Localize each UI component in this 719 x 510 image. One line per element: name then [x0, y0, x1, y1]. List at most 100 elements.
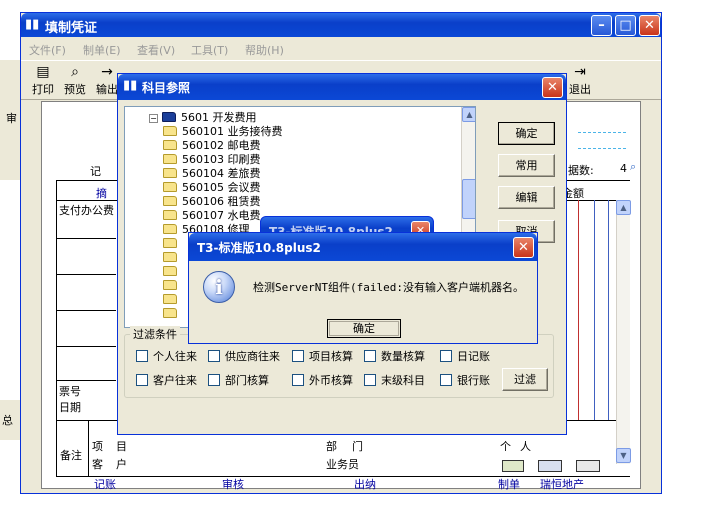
scroll-up-arrow[interactable]: ▲ [462, 107, 475, 122]
reference-title: 科目参照 [142, 81, 191, 95]
error-ok-button[interactable]: 确定 [327, 319, 401, 338]
folder-icon [163, 308, 177, 318]
tree-item[interactable]: 560104 差旅费 [163, 167, 261, 181]
error-close-button[interactable]: ✕ [513, 237, 534, 258]
common-button[interactable]: 常用 [498, 154, 555, 177]
checkbox-journal[interactable]: 日记账 [440, 350, 490, 364]
attachments-search-icon[interactable]: ⌕ [630, 160, 636, 174]
checkbox-box[interactable] [292, 374, 304, 386]
preview-label: 预览 [64, 83, 86, 96]
menu-view[interactable]: 查看(V) [137, 42, 175, 58]
scroll-thumb[interactable] [462, 179, 475, 219]
checkbox-box[interactable] [364, 374, 376, 386]
tree-code: 560102 [182, 139, 224, 152]
checkbox-label: 个人往来 [153, 350, 197, 363]
checkbox-box[interactable] [136, 350, 148, 362]
ticket-number-label: 票号 [59, 385, 81, 398]
main-window-title: 填制凭证 [45, 21, 98, 36]
folder-icon [163, 266, 177, 276]
tree-code: 560106 [182, 195, 224, 208]
tree-item[interactable]: 560101 业务接待费 [163, 125, 283, 139]
printer-icon: ▤ [36, 64, 50, 80]
checkbox-box[interactable] [364, 350, 376, 362]
department-label: 部 [326, 440, 337, 453]
print-button[interactable]: ▤ 打印 [29, 63, 57, 97]
summary-header: 摘 [96, 187, 107, 200]
edit-button[interactable]: 编辑 [498, 186, 555, 209]
filter-legend: 过滤条件 [130, 326, 180, 342]
exit-button[interactable]: ⇥ 退出 [566, 63, 594, 97]
maximize-button[interactable]: □ [615, 15, 636, 36]
tree-item[interactable]: 560107 水电费 [163, 209, 261, 223]
menu-tools[interactable]: 工具(T) [191, 42, 228, 58]
footer-cashier: 出纳 [354, 478, 376, 491]
tree-item[interactable]: 560106 租赁费 [163, 195, 261, 209]
reference-close-button[interactable]: ✕ [542, 77, 563, 98]
voucher-scrollbar[interactable]: ▲ ▼ [616, 200, 631, 464]
amount-column-line [578, 200, 579, 420]
note-icon[interactable] [502, 460, 524, 472]
preview-button[interactable]: ⌕ 预览 [61, 63, 89, 97]
app-icon: ▮▮ [25, 17, 40, 32]
checkbox-bank[interactable]: 银行账 [440, 374, 490, 388]
tree-item-obscured[interactable] [163, 251, 182, 265]
checkbox-supplier[interactable]: 供应商往来 [208, 350, 280, 364]
menu-help[interactable]: 帮助(H) [245, 42, 284, 58]
folder-icon [163, 210, 177, 220]
tree-name: 开发费用 [212, 111, 257, 124]
tree-item-obscured[interactable] [163, 237, 182, 251]
folder-icon [163, 280, 177, 290]
checkbox-box[interactable] [292, 350, 304, 362]
main-title-bar[interactable]: ▮▮ 填制凭证 – □ ✕ [21, 13, 661, 37]
checkbox-leaf[interactable]: 末级科目 [364, 374, 425, 388]
filter-button[interactable]: 过滤 [502, 368, 548, 391]
checkbox-customer[interactable]: 客户往来 [136, 374, 197, 388]
scroll-up-arrow[interactable]: ▲ [616, 200, 631, 215]
calculator-icon[interactable] [538, 460, 562, 472]
attachments-count: 4 [620, 162, 627, 175]
reference-title-bar[interactable]: ▮▮ 科目参照 ✕ [118, 74, 566, 100]
checkbox-currency[interactable]: 外币核算 [292, 374, 353, 388]
error-message: 检测ServerNT组件(failed:没有输入客户端机器名。 [253, 281, 524, 294]
collapse-icon[interactable]: − [149, 114, 158, 123]
error-title-bar[interactable]: T3-标准版10.8plus2 ✕ [189, 233, 537, 261]
personal-label-suffix: 人 [520, 440, 531, 453]
table-row-line [56, 310, 116, 311]
tree-item[interactable]: 560105 会议费 [163, 181, 261, 195]
menu-edit[interactable]: 制单(E) [83, 42, 121, 58]
folder-icon [163, 126, 177, 136]
dialog-icon: ▮▮ [123, 78, 138, 93]
tree-code: 560103 [182, 153, 224, 166]
tree-item-obscured[interactable] [163, 279, 182, 293]
tree-item-obscured[interactable] [163, 307, 182, 321]
menu-file[interactable]: 文件(F) [29, 42, 66, 58]
checkbox-department[interactable]: 部门核算 [208, 374, 269, 388]
pen-icon[interactable] [576, 460, 600, 472]
minimize-button[interactable]: – [591, 15, 612, 36]
folder-icon [163, 154, 177, 164]
department-label-suffix: 门 [352, 440, 363, 453]
scroll-down-arrow[interactable]: ▼ [616, 448, 631, 463]
checkbox-quantity[interactable]: 数量核算 [364, 350, 425, 364]
tree-item[interactable]: 560103 印刷费 [163, 153, 261, 167]
checkbox-label: 数量核算 [381, 350, 425, 363]
tree-item[interactable]: 560102 邮电费 [163, 139, 261, 153]
checkbox-box[interactable] [440, 350, 452, 362]
checkbox-box[interactable] [208, 350, 220, 362]
folder-icon [163, 224, 177, 234]
attachments-label: 据数: [568, 164, 594, 177]
customer-label-suffix: 户 [116, 458, 127, 471]
ok-button[interactable]: 确定 [498, 122, 555, 145]
summary-row-1[interactable]: 支付办公费 [59, 202, 114, 218]
checkbox-box[interactable] [440, 374, 452, 386]
checkbox-label: 部门核算 [225, 374, 269, 387]
checkbox-box[interactable] [136, 374, 148, 386]
folder-icon [163, 294, 177, 304]
checkbox-personal[interactable]: 个人往来 [136, 350, 197, 364]
close-button[interactable]: ✕ [639, 15, 660, 36]
tree-item-obscured[interactable] [163, 265, 182, 279]
checkbox-box[interactable] [208, 374, 220, 386]
checkbox-project[interactable]: 项目核算 [292, 350, 353, 364]
tree-root[interactable]: − 5601 开发费用 [149, 111, 257, 125]
tree-item-obscured[interactable] [163, 293, 182, 307]
